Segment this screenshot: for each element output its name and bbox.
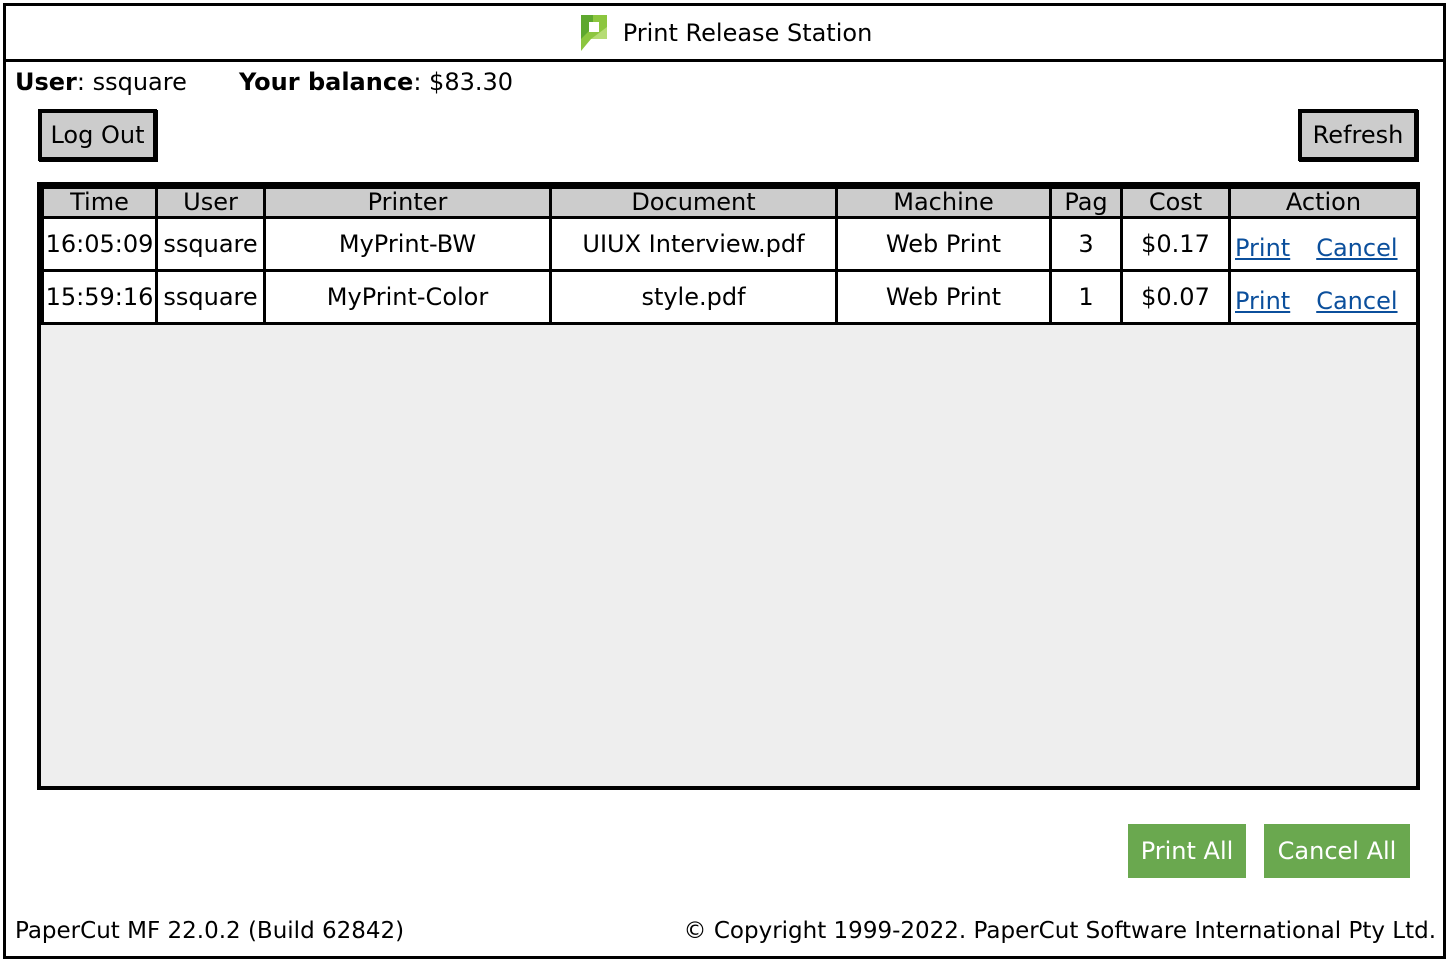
window-title: Print Release Station (622, 18, 873, 47)
user-info: User: ssquare (15, 68, 187, 96)
print-job-link[interactable]: Print (1235, 287, 1290, 315)
user-value: : ssquare (76, 68, 187, 96)
log-out-button[interactable]: Log Out (38, 109, 157, 161)
cell-machine: Web Print (835, 269, 1052, 325)
cell-time: 15:59:16 (41, 269, 158, 325)
refresh-button[interactable]: Refresh (1298, 109, 1418, 161)
cell-document: style.pdf (549, 269, 838, 325)
table-row: 15:59:16 ssquare MyPrint-Color style.pdf… (41, 269, 1419, 325)
cell-machine: Web Print (835, 216, 1052, 272)
cell-user: ssquare (155, 216, 266, 272)
print-job-link[interactable]: Print (1235, 234, 1290, 262)
table-row: 16:05:09 ssquare MyPrint-BW UIUX Intervi… (41, 216, 1419, 272)
cell-user: ssquare (155, 269, 266, 325)
print-release-window: Print Release Station User: ssquare Your… (3, 3, 1446, 959)
print-all-button[interactable]: Print All (1128, 824, 1246, 878)
balance-info: Your balance: $83.30 (239, 68, 513, 96)
copyright-text: © Copyright 1999-2022. PaperCut Software… (683, 918, 1436, 944)
column-header-cost: Cost (1120, 186, 1231, 219)
cell-pages: 3 (1049, 216, 1123, 272)
cell-action: Print Cancel (1228, 216, 1419, 272)
cell-cost: $0.17 (1120, 216, 1231, 272)
column-header-printer: Printer (263, 186, 552, 219)
cell-printer: MyPrint-BW (263, 216, 552, 272)
column-header-user: User (155, 186, 266, 219)
cell-cost: $0.07 (1120, 269, 1231, 325)
column-header-time: Time (41, 186, 158, 219)
column-header-action: Action (1228, 186, 1419, 219)
cell-printer: MyPrint-Color (263, 269, 552, 325)
cancel-job-link[interactable]: Cancel (1316, 234, 1397, 262)
balance-label: Your balance (239, 68, 414, 96)
column-header-pages: Pag (1049, 186, 1123, 219)
title-bar: Print Release Station (6, 6, 1443, 62)
papercut-logo-icon (580, 14, 607, 51)
cell-time: 16:05:09 (41, 216, 158, 272)
print-jobs-table-area: Time User Printer Document Machine Pag C… (37, 182, 1420, 790)
version-text: PaperCut MF 22.0.2 (Build 62842) (15, 918, 405, 944)
cancel-job-link[interactable]: Cancel (1316, 287, 1397, 315)
print-jobs-table: Time User Printer Document Machine Pag C… (41, 186, 1419, 325)
table-header-row: Time User Printer Document Machine Pag C… (41, 186, 1419, 219)
column-header-machine: Machine (835, 186, 1052, 219)
cell-pages: 1 (1049, 269, 1123, 325)
cell-action: Print Cancel (1228, 269, 1419, 325)
cell-document: UIUX Interview.pdf (549, 216, 838, 272)
cancel-all-button[interactable]: Cancel All (1264, 824, 1410, 878)
balance-value: : $83.30 (413, 68, 514, 96)
user-label: User (15, 68, 77, 96)
column-header-document: Document (549, 186, 838, 219)
